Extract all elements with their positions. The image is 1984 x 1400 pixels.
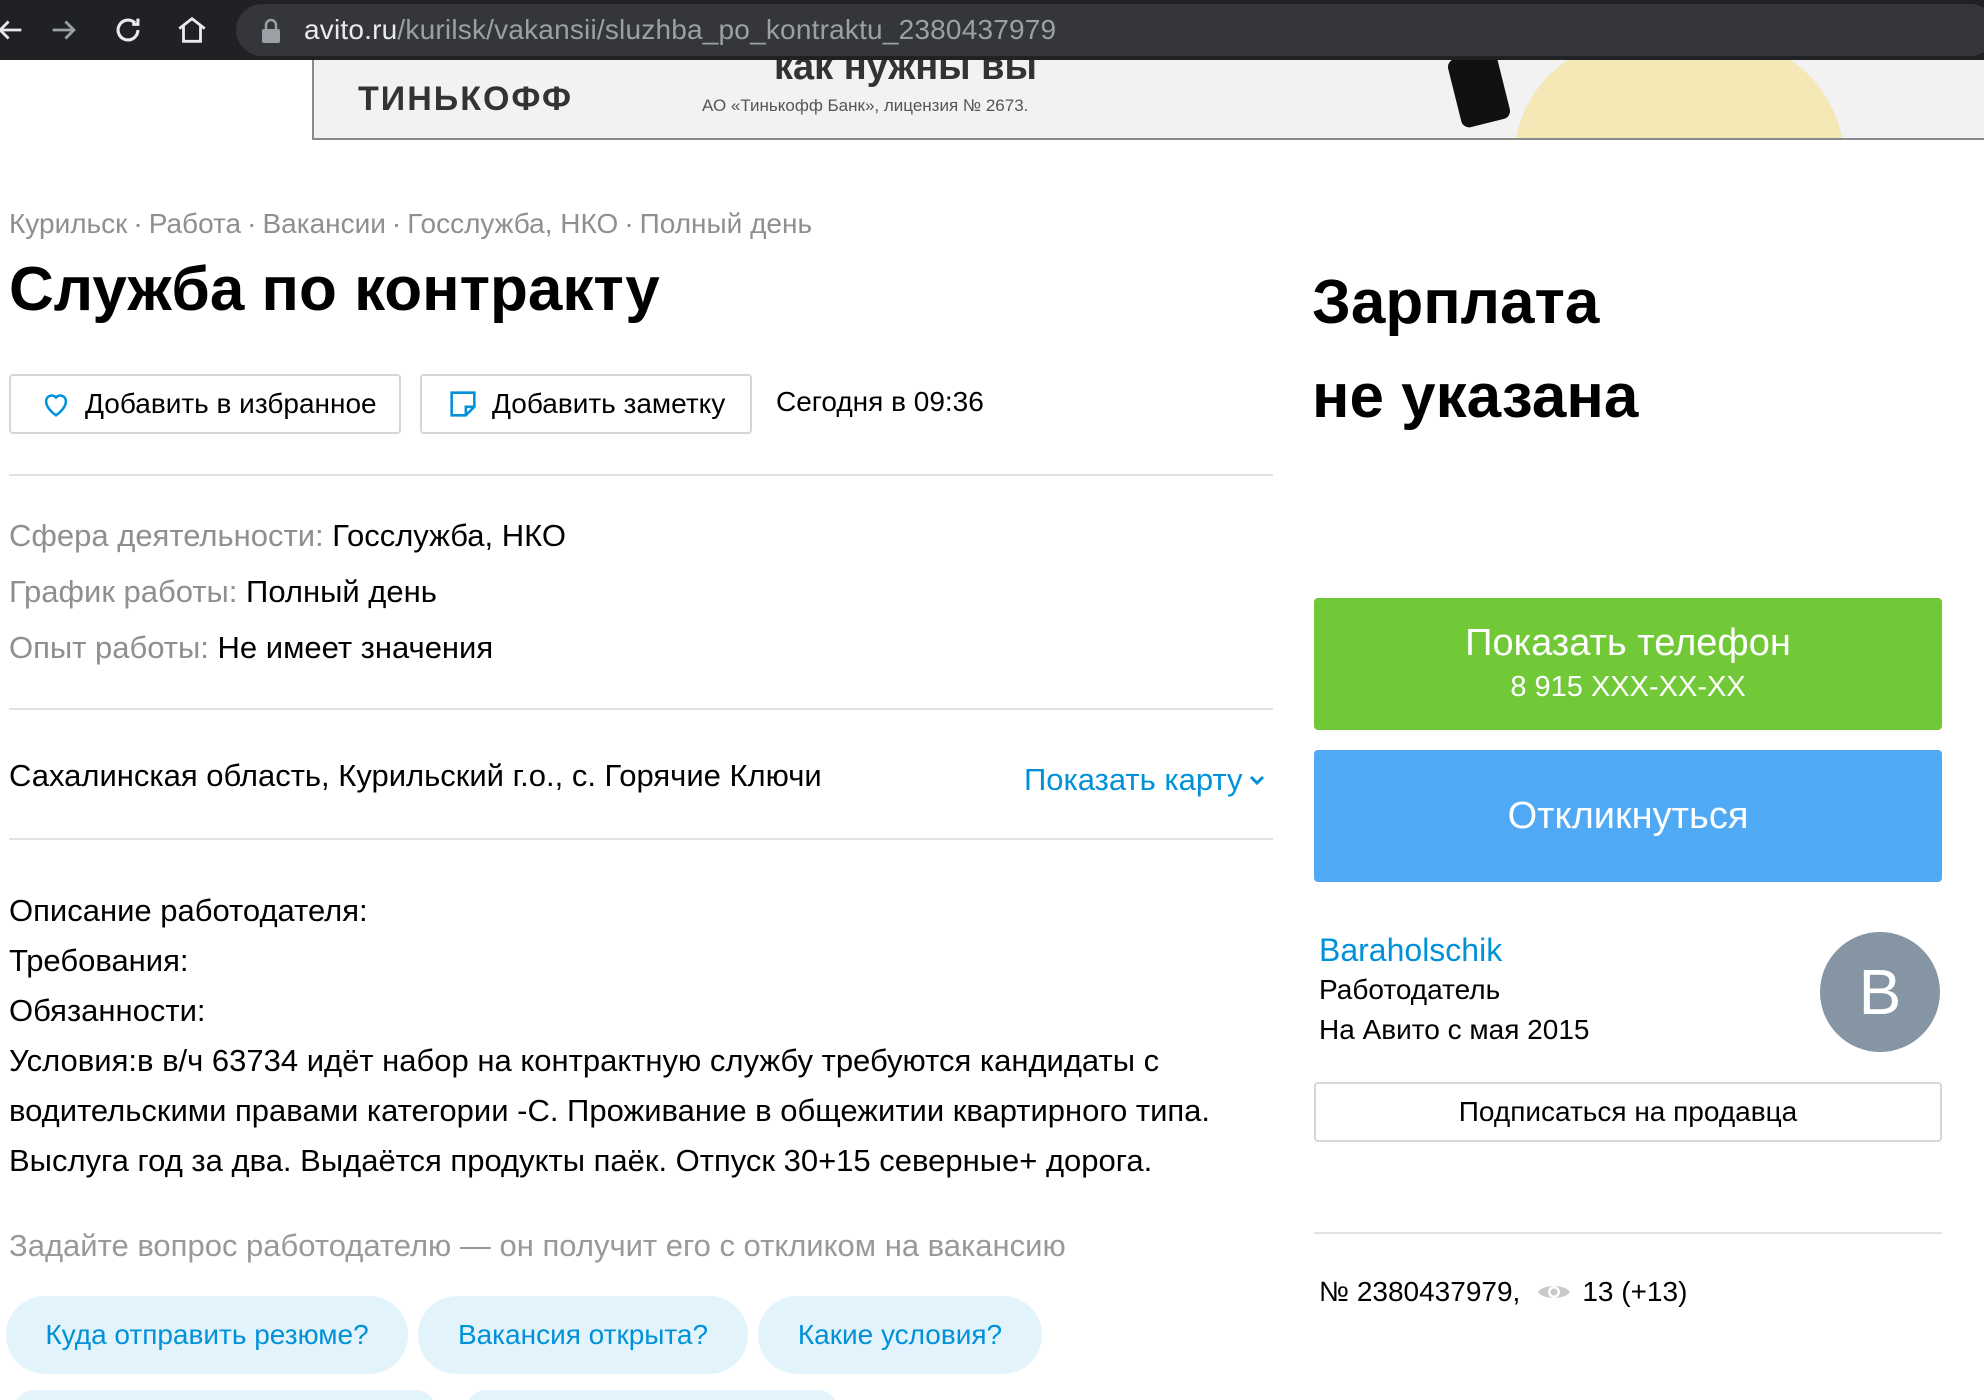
divider [9,474,1273,476]
home-icon[interactable] [168,6,216,54]
address-bar[interactable]: avito.ru/kurilsk/vakansii/sluzhba_po_kon… [236,4,1984,56]
publish-date: Сегодня в 09:36 [776,386,984,417]
page-title: Служба по контракту [9,255,660,324]
address: Сахалинская область, Курильский г.о., с.… [9,758,822,793]
respond-button[interactable]: Откликнуться [1314,750,1942,882]
breadcrumb: Курильск · Работа · Вакансии · Госслужба, НКО ·… [9,208,813,239]
conditions-line: водительскими правами категории -С. Прож… [9,1093,1211,1128]
show-map-link[interactable]: Показать карту [1024,762,1266,798]
seller-role: Работодатель [1319,974,1501,1005]
breadcrumb-item[interactable]: Работа [149,208,241,239]
forward-arrow-icon[interactable] [40,6,88,54]
question-chip[interactable]: Куда отправить резюме? [6,1296,408,1374]
avatar[interactable]: B [1820,932,1940,1052]
banner-person-image [1514,60,1844,138]
masked-phone-number: 8 915 XXX-XX-XX [1510,671,1746,703]
back-arrow-icon[interactable] [0,6,34,54]
show-phone-label: Показать телефон [1465,622,1791,664]
breadcrumb-item[interactable]: Полный день [640,208,812,239]
breadcrumb-item[interactable]: Курильск [9,208,127,239]
add-to-favorites-button[interactable]: Добавить в избранное [9,374,401,434]
item-meta: № 2380437979, 13 (+13) [1319,1276,1687,1308]
eye-icon [1538,1286,1571,1298]
ad-banner[interactable]: как нужны вы ТИНЬКОФФ АО «Тинькофф Банк»… [312,60,1984,140]
salary: Зарплата не указана [1312,268,1639,431]
question-chip[interactable]: Какие условия? [758,1296,1042,1374]
item-number: № 2380437979, [1319,1276,1521,1307]
param-schedule: График работы: Полный день [9,574,437,609]
conditions-line: Условия:в в/ч 63734 идёт набор на контра… [9,1043,1160,1078]
divider [9,838,1273,840]
reload-icon[interactable] [104,6,152,54]
divider [9,708,1273,710]
breadcrumb-item[interactable]: Вакансии [262,208,385,239]
conditions-line: Выслуга год за два. Выдаётся продукты па… [9,1143,1153,1178]
lock-icon [262,18,280,43]
add-note-label: Добавить заметку [492,388,726,419]
add-note-button[interactable]: Добавить заметку [420,374,752,434]
param-activity: Сфера деятельности: Госслужба, НКО [9,518,566,553]
duties-label: Обязанности: [9,993,206,1028]
seller-name-link[interactable]: Baraholschik [1319,932,1502,969]
banner-license: АО «Тинькофф Банк», лицензия № 2673. [702,96,1029,115]
note-icon [450,391,476,417]
banner-headline: как нужны вы [774,60,1037,88]
requirements-label: Требования: [9,943,189,978]
question-chip[interactable] [466,1390,838,1400]
views-count: 13 (+13) [1582,1276,1688,1307]
question-chip[interactable] [14,1390,436,1400]
banner-logo: ТИНЬКОФФ [358,80,573,118]
breadcrumb-item[interactable]: Госслужба, НКО [407,208,618,239]
employer-description-label: Описание работодателя: [9,893,368,928]
job-description: Описание работодателя: Требования: Обяза… [9,886,1273,1186]
show-phone-button[interactable]: Показать телефон 8 915 XXX-XX-XX [1314,598,1942,730]
question-chip[interactable]: Вакансия открыта? [418,1296,748,1374]
seller-since: На Авито с мая 2015 [1319,1014,1590,1045]
ask-employer-hint: Задайте вопрос работодателю — он получит… [9,1228,1066,1263]
banner-phone-image [1446,60,1512,130]
param-experience: Опыт работы: Не имеет значения [9,630,494,665]
divider [1314,1232,1942,1234]
url-text: avito.ru/kurilsk/vakansii/sluzhba_po_kon… [304,14,1057,45]
chevron-down-icon [1250,775,1265,786]
subscribe-seller-button[interactable]: Подписаться на продавца [1314,1082,1942,1142]
heart-icon [44,394,68,417]
add-to-favorites-label: Добавить в избранное [85,388,377,419]
browser-toolbar: avito.ru/kurilsk/vakansii/sluzhba_po_kon… [0,0,1984,60]
